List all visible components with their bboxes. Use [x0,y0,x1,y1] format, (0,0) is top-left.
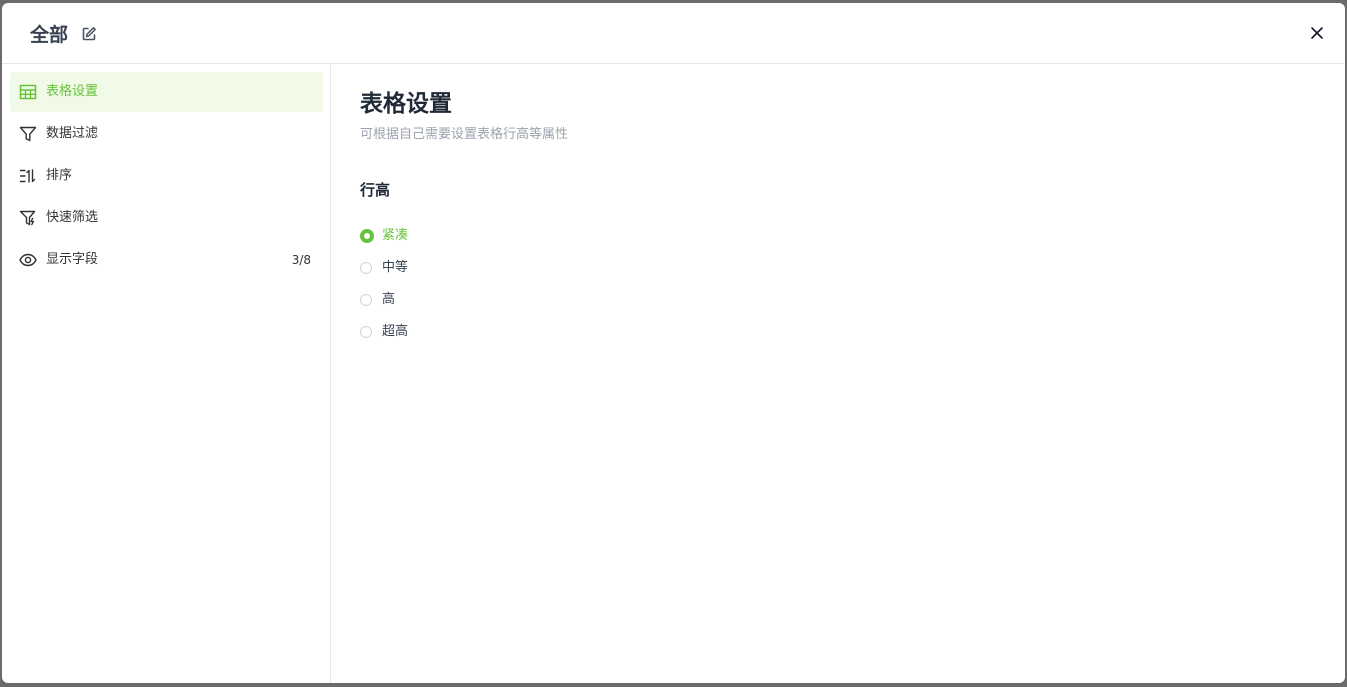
radio-label: 超高 [382,324,409,339]
table-settings-dialog: 全部 表格设置 数据过滤 排序 快速筛选 显示字段 3/8 表格设置 可根据自己… [2,3,1345,683]
view-title: 全部 [30,24,69,46]
page-subtitle: 可根据自己需要设置表格行高等属性 [360,127,569,142]
table-icon [19,84,37,100]
sidebar-item-label: 排序 [46,168,73,183]
field-count-badge: 3/8 [291,253,311,267]
radio-checked-icon [360,229,374,243]
sidebar-item-label: 数据过滤 [46,126,99,141]
sidebar-item-quick-filter[interactable]: 快速筛选 [10,198,323,238]
settings-sidebar: 表格设置 数据过滤 排序 快速筛选 显示字段 3/8 [2,64,331,683]
radio-unchecked-icon [360,262,372,274]
quick-filter-icon [19,210,36,226]
sidebar-item-table-settings[interactable]: 表格设置 [10,72,323,112]
sidebar-item-label: 表格设置 [46,84,99,99]
radio-label: 中等 [382,260,409,275]
filter-icon [19,126,37,142]
sidebar-item-display-fields[interactable]: 显示字段 3/8 [10,240,323,280]
sidebar-item-sort[interactable]: 排序 [10,156,323,196]
dialog-header: 全部 [2,3,1345,64]
row-height-section-title: 行高 [360,181,391,199]
sidebar-item-label: 显示字段 [46,252,99,267]
eye-icon [19,253,37,267]
radio-label: 紧凑 [382,228,409,243]
radio-unchecked-icon [360,326,372,338]
sidebar-item-data-filter[interactable]: 数据过滤 [10,114,323,154]
close-icon[interactable] [1309,25,1325,41]
edit-icon[interactable] [81,26,97,42]
radio-unchecked-icon [360,294,372,306]
radio-label: 高 [382,292,396,307]
page-title: 表格设置 [360,91,452,117]
sidebar-item-label: 快速筛选 [46,210,99,225]
sort-icon [19,169,36,183]
